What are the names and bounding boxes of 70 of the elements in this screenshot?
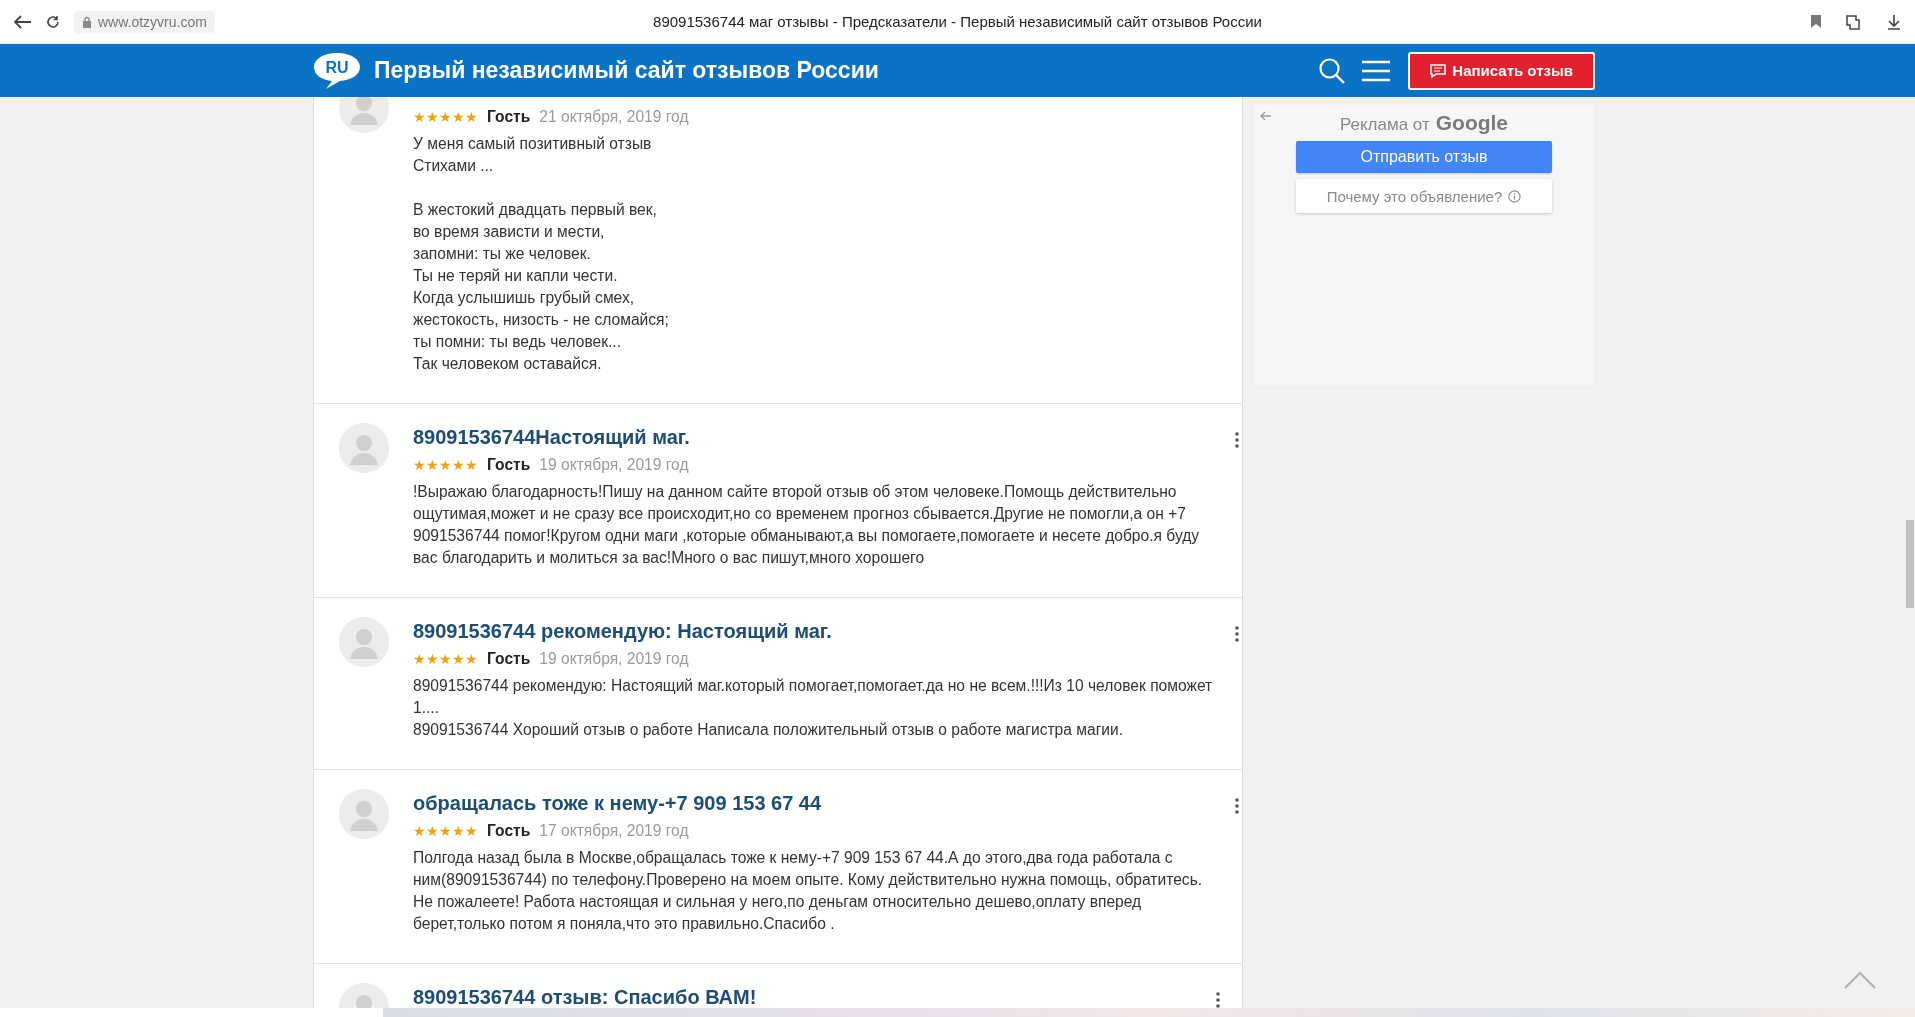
site-logo[interactable]: RU bbox=[312, 51, 362, 90]
ad-label: Реклама от bbox=[1339, 115, 1430, 135]
more-options-icon[interactable] bbox=[1216, 992, 1220, 1008]
star-icon: ★ bbox=[452, 652, 465, 666]
author-name: Гость bbox=[487, 108, 531, 126]
extensions-icon[interactable] bbox=[1845, 12, 1863, 31]
review-title[interactable]: 89091536744Настоящий маг. bbox=[413, 423, 1213, 451]
search-icon[interactable] bbox=[1318, 56, 1347, 85]
star-icon: ★ bbox=[452, 458, 465, 472]
star-icon: ★ bbox=[439, 652, 452, 666]
review-title[interactable]: обращалась тоже к нему-+7 909 153 67 44 bbox=[413, 789, 1213, 817]
star-icon: ★ bbox=[452, 110, 465, 124]
google-logo: Google bbox=[1435, 111, 1509, 135]
review-text: В жестокий двадцать первый век, bbox=[413, 200, 658, 220]
star-icon: ★ bbox=[413, 110, 426, 124]
review-text: во время зависти и мести, bbox=[413, 222, 606, 242]
page-title: 89091536744 маг отзывы - Предсказатели - Первый независимый сайт отзывов России bbox=[653, 13, 1262, 30]
review-text: Полгода назад была в Москве,обращалась тоже к нему-+7 909 153 67 44.А до этого,два года работала с ним(89091536744) по телефону.Проверено на моем опыте. Кому действительно нужна помощь, обратитесь. Не пожалеете! Работа настоящая и сильная у него,по деньгам относительно дешево,оплату вперед берет,только потом я поняла,что это правильно.Спасибо . bbox=[413, 848, 1204, 934]
more-options-icon[interactable] bbox=[1235, 626, 1239, 642]
menu-icon[interactable] bbox=[1362, 59, 1391, 82]
review-text: ты помни: ты ведь человек... bbox=[413, 332, 622, 352]
review-text: Когда услышишь грубый смех, bbox=[413, 288, 636, 308]
author-name: Гость bbox=[487, 456, 531, 474]
review-date: 17 октября, 2019 год bbox=[539, 822, 689, 840]
star-icon: ★ bbox=[439, 458, 452, 472]
author-name: Гость bbox=[487, 650, 531, 668]
review-text: 89091536744 Хороший отзыв о работе Написала положительный отзыв о работе магистра магии. bbox=[413, 720, 1125, 740]
download-icon[interactable] bbox=[1887, 13, 1901, 30]
star-icon: ★ bbox=[465, 824, 478, 838]
star-icon: ★ bbox=[413, 652, 426, 666]
info-icon bbox=[1508, 189, 1522, 203]
send-feedback-button[interactable]: Отправить отзыв bbox=[1296, 141, 1552, 173]
author-name: Гость bbox=[487, 822, 531, 840]
reload-icon[interactable] bbox=[46, 14, 60, 29]
star-icon: ★ bbox=[426, 824, 439, 838]
star-icon: ★ bbox=[426, 652, 439, 666]
review-text: У меня самый позитивный отзыв bbox=[413, 134, 653, 154]
address-bar[interactable]: www.otzyvru.com bbox=[74, 10, 215, 33]
review-title[interactable]: 89091536744 рекомендую: Настоящий маг. bbox=[413, 617, 1213, 645]
review-text: Стихами ... bbox=[413, 156, 495, 176]
star-icon: ★ bbox=[426, 110, 439, 124]
review-date: 19 октября, 2019 год bbox=[539, 650, 689, 668]
star-icon: ★ bbox=[439, 110, 452, 124]
review-text: запомни: ты же человек. bbox=[413, 244, 592, 264]
write-review-button[interactable]: Написать отзыв bbox=[1408, 51, 1595, 90]
star-icon: ★ bbox=[413, 824, 426, 838]
back-arrow-icon[interactable] bbox=[1260, 111, 1272, 121]
review-text: 89091536744 рекомендую: Настоящий маг.который помогает,помогает.да но не всем.!!!Из 10 человек поможет 1.... bbox=[413, 676, 1213, 718]
why-this-ad-button[interactable]: Почему это объявление? bbox=[1296, 179, 1552, 213]
star-icon: ★ bbox=[465, 458, 478, 472]
review-text: Так человеком оставайся. bbox=[413, 354, 603, 374]
lock-icon bbox=[82, 15, 92, 28]
star-icon: ★ bbox=[426, 458, 439, 472]
comment-icon bbox=[1430, 63, 1447, 78]
back-icon[interactable] bbox=[14, 14, 32, 29]
review-text: !Выражаю благодарность!Пишу на данном сайте второй отзыв об этом человеке.Помощь действительно ощутимая,может и не сразу все происходит,но со временем прогноз сбывается.Другие не помогли,а он +7 9091536744 помог!Кругом одни маги ,которые обманывают,а вы помогаете,помогаете и несете добро.я буду вас благодарить и молиться за вас!Много о вас пишут,много хорошего bbox=[413, 482, 1201, 568]
star-icon: ★ bbox=[465, 110, 478, 124]
star-icon: ★ bbox=[465, 652, 478, 666]
star-icon: ★ bbox=[439, 824, 452, 838]
star-icon: ★ bbox=[452, 824, 465, 838]
more-options-icon[interactable] bbox=[1235, 798, 1239, 814]
review-title[interactable]: 89091536744 отзыв: Спасибо ВАМ! bbox=[413, 983, 1194, 1008]
more-options-icon[interactable] bbox=[1235, 432, 1239, 448]
bookmark-icon[interactable] bbox=[1811, 15, 1821, 28]
review-date: 21 октября, 2019 год bbox=[539, 108, 689, 126]
review-text: жестокость, низость - не сломайся; bbox=[413, 310, 670, 330]
star-icon: ★ bbox=[413, 458, 426, 472]
review-text: Ты не теряй ни капли чести. bbox=[413, 266, 619, 286]
site-title: Первый независимый сайт отзывов России bbox=[374, 57, 879, 84]
review-date: 19 октября, 2019 год bbox=[539, 456, 689, 474]
